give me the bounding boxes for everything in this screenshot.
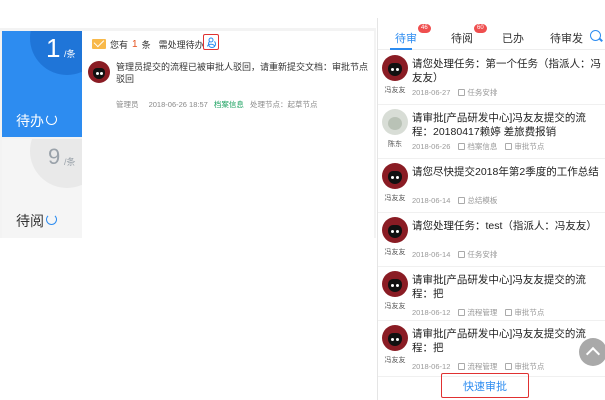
pending-notice: 您有 1 条 需处理待办: [92, 35, 216, 53]
item-category: 任务安排: [467, 88, 498, 97]
item-category: 档案信息: [467, 142, 498, 151]
sender-name: 冯友友: [384, 249, 406, 256]
item-meta: 2018-06-14 总结模板: [412, 195, 497, 206]
task-title[interactable]: 管理员提交的流程已被审批人驳回，请重新提交文档：审批节点驳回: [116, 61, 372, 85]
notice-count: 1: [132, 38, 138, 50]
item-date: 2018-06-14: [412, 196, 451, 205]
sender-name: 冯友友: [384, 195, 406, 202]
avatar: [382, 109, 408, 135]
avatar: [88, 61, 110, 83]
grid-icon: [458, 251, 466, 258]
sender-name: 陈东: [388, 141, 402, 148]
fast-approve-button[interactable]: 快速审批: [441, 373, 529, 398]
avatar: [382, 271, 408, 297]
tab-pending-review[interactable]: 待审: [395, 30, 417, 46]
item-title[interactable]: 请审批[产品研发中心]冯友友提交的流程：把: [412, 327, 602, 355]
grid-icon: [458, 309, 466, 316]
refresh-icon[interactable]: [46, 214, 57, 225]
tab-pending-read[interactable]: 待阅: [451, 30, 473, 46]
list-item[interactable]: 冯友友 请审批[产品研发中心]冯友友提交的流程：把 2018-06-12 流程管…: [378, 267, 605, 321]
read-unit: /条: [64, 157, 76, 167]
person-icon: [207, 37, 215, 47]
todo-stat-card[interactable]: 1 /条 待办: [2, 31, 82, 137]
empty-area: [0, 238, 376, 400]
approval-panel: 待审 46 待阅 60 已办 待审发文 冯友友 请您处理任务：第一个任务（指派人…: [377, 18, 605, 400]
item-title[interactable]: 请审批[产品研发中心]冯友友提交的流程：20180417赖婷 差旅费报销: [412, 111, 602, 139]
item-category: 任务安排: [467, 250, 498, 259]
read-label: 待阅: [16, 213, 44, 229]
avatar: [382, 55, 408, 81]
flow-icon: [505, 143, 513, 150]
read-stat-card[interactable]: 9 /条 待阅: [2, 139, 82, 238]
grid-icon: [458, 197, 466, 204]
todo-area: 1 /条 待办 9 /条 待阅 您有 1 条 需处理待办 管理员提交的流程已被审…: [0, 0, 376, 400]
item-title[interactable]: 请您尽快提交2018年第2季度的工作总结: [412, 165, 602, 179]
item-title[interactable]: 请您处理任务：第一个任务（指派人：冯友友）: [412, 57, 602, 85]
tab-badge: 46: [418, 24, 431, 33]
avatar: [382, 163, 408, 189]
item-date: 2018-06-12: [412, 308, 451, 317]
tab-done[interactable]: 已办: [502, 30, 524, 46]
task-node: 处理节点：起草节点: [250, 100, 318, 109]
notice-prefix: 您有: [110, 39, 129, 50]
stat-column: 1 /条 待办 9 /条 待阅: [2, 31, 88, 238]
item-date: 2018-06-27: [412, 88, 451, 97]
task-tag[interactable]: 档案信息: [214, 100, 244, 109]
grid-icon: [458, 143, 466, 150]
item-category: 流程管理: [467, 308, 498, 317]
user-filter-button[interactable]: [203, 34, 219, 50]
active-tab-underline: [390, 48, 412, 50]
todo-label: 待办: [16, 113, 44, 129]
list-item[interactable]: 陈东 请审批[产品研发中心]冯友友提交的流程：20180417赖婷 差旅费报销 …: [378, 105, 605, 159]
tab-pending-dispatch[interactable]: 待审发文: [550, 30, 583, 46]
item-meta: 2018-06-12 流程管理 审批节点: [412, 307, 544, 318]
todo-count: 1: [46, 33, 61, 63]
top-bar: [0, 0, 376, 28]
grid-icon: [458, 89, 466, 96]
notice-middle: 条: [141, 39, 151, 50]
avatar: [382, 325, 408, 351]
list-item[interactable]: 冯友友 请您尽快提交2018年第2季度的工作总结 2018-06-14 总结模板: [378, 159, 605, 213]
task-sender: 管理员: [116, 100, 139, 109]
item-meta: 2018-06-12 流程管理 审批节点: [412, 361, 544, 372]
item-meta: 2018-06-26 档案信息 审批节点: [412, 141, 544, 152]
sender-name: 冯友友: [384, 357, 406, 364]
item-meta: 2018-06-27 任务安排: [412, 87, 497, 98]
item-title[interactable]: 请您处理任务：test（指派人：冯友友）: [412, 219, 602, 233]
search-icon[interactable]: [590, 30, 601, 41]
read-count: 9: [48, 144, 61, 169]
scroll-to-top-button[interactable]: [579, 338, 605, 366]
list-item[interactable]: 冯友友 请您处理任务：test（指派人：冯友友） 2018-06-14 任务安排: [378, 213, 605, 267]
flow-icon: [505, 363, 513, 370]
item-date: 2018-06-12: [412, 362, 451, 371]
task-time: 2018-06-26 18:57: [148, 100, 208, 109]
flow-icon: [505, 309, 513, 316]
grid-icon: [458, 363, 466, 370]
task-meta: 管理员 2018-06-26 18:57 档案信息 处理节点：起草节点: [116, 99, 318, 110]
sender-name: 冯友友: [384, 87, 406, 94]
item-date: 2018-06-14: [412, 250, 451, 259]
notice-suffix: 需处理待办: [158, 39, 204, 50]
item-category: 流程管理: [467, 362, 498, 371]
tab-badge: 60: [474, 24, 487, 33]
list-item[interactable]: 冯友友 请审批[产品研发中心]冯友友提交的流程：把 2018-06-12 流程管…: [378, 321, 605, 377]
item-meta: 2018-06-14 任务安排: [412, 249, 497, 260]
task-item[interactable]: 管理员提交的流程已被审批人驳回，请重新提交文档：审批节点驳回 管理员 2018-…: [88, 59, 372, 109]
avatar: [382, 217, 408, 243]
sender-name: 冯友友: [384, 303, 406, 310]
item-node: 审批节点: [514, 142, 545, 151]
item-title[interactable]: 请审批[产品研发中心]冯友友提交的流程：把: [412, 273, 602, 301]
tab-bar: 待审 46 待阅 60 已办 待审发文: [378, 18, 605, 50]
task-panel: 您有 1 条 需处理待办 管理员提交的流程已被审批人驳回，请重新提交文档：审批节…: [82, 31, 374, 238]
item-category: 总结模板: [467, 196, 498, 205]
refresh-icon[interactable]: [46, 114, 57, 125]
list-item[interactable]: 冯友友 请您处理任务：第一个任务（指派人：冯友友） 2018-06-27 任务安…: [378, 51, 605, 105]
item-date: 2018-06-26: [412, 142, 451, 151]
mail-icon: [92, 39, 106, 49]
item-node: 审批节点: [514, 308, 545, 317]
item-node: 审批节点: [514, 362, 545, 371]
todo-unit: /条: [64, 49, 76, 59]
